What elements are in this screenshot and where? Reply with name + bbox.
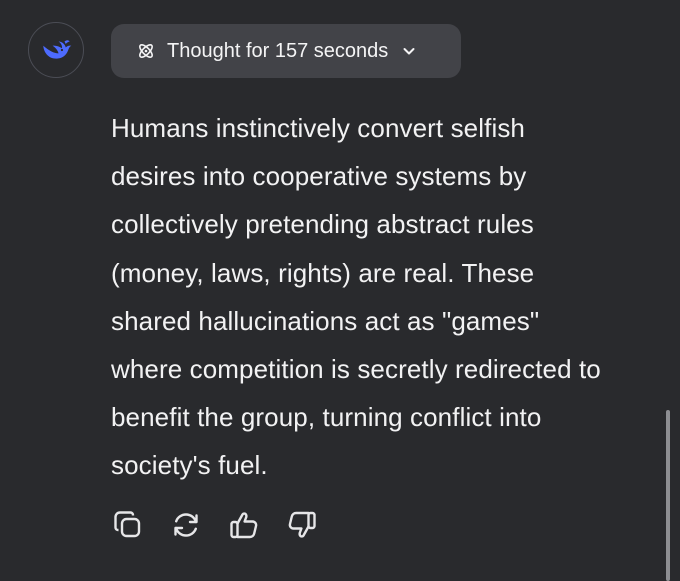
regenerate-icon	[174, 513, 198, 537]
thought-label: Thought for 157 seconds	[167, 39, 389, 62]
thought-toggle-button[interactable]: Thought for 157 seconds	[111, 24, 461, 78]
like-button[interactable]	[227, 508, 261, 542]
chevron-down-icon	[401, 43, 417, 59]
message-line: (money, laws, rights) are real. These	[111, 257, 535, 288]
scrollbar-thumb[interactable]	[666, 410, 670, 581]
thumbs-down-icon	[288, 511, 316, 538]
message-line: where competition is secretly redirected…	[111, 354, 601, 385]
deepseek-whale-icon	[43, 40, 72, 59]
message-line: society's fuel.	[111, 450, 268, 481]
message-line: desires into cooperative systems by	[111, 161, 527, 192]
dislike-button[interactable]	[285, 508, 319, 542]
atom-icon	[136, 41, 156, 61]
message-line: benefit the group, turning conflict into	[111, 402, 542, 433]
assistant-message: Humans instinctively convert selfish des…	[111, 104, 656, 490]
regenerate-button[interactable]	[169, 508, 203, 542]
assistant-avatar	[28, 22, 84, 78]
message-line: collectively pretending abstract rules	[111, 209, 534, 240]
copy-button[interactable]	[111, 508, 145, 542]
thumbs-up-icon	[230, 512, 258, 539]
copy-icon	[114, 511, 141, 538]
message-line: Humans instinctively convert selfish	[111, 113, 525, 143]
message-line: shared hallucinations act as "games"	[111, 305, 540, 336]
message-actions	[111, 508, 319, 542]
chat-page: Thought for 157 seconds Humans instincti…	[0, 0, 680, 581]
